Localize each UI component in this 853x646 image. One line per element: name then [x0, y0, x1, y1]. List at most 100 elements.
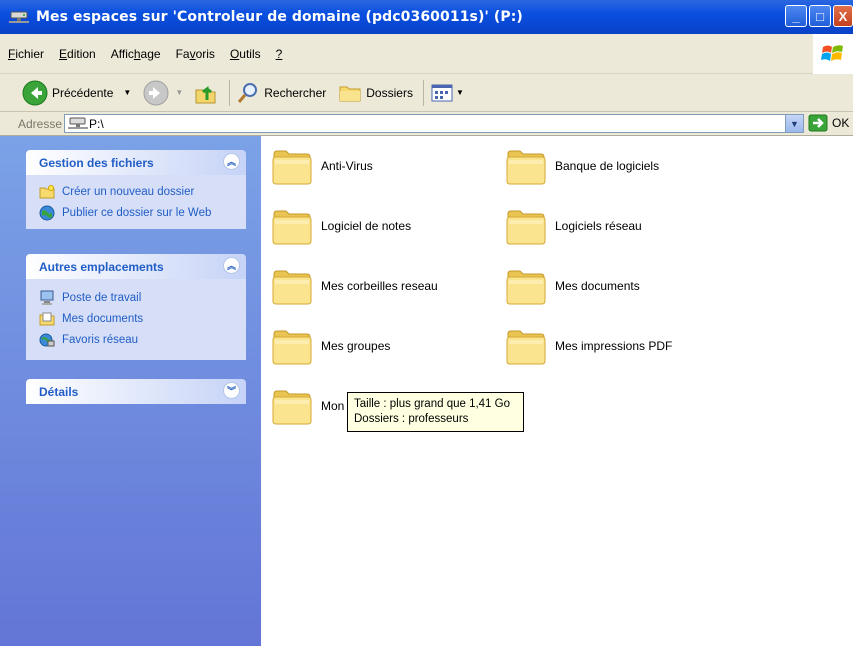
window-title: Mes espaces sur 'Controleur de domaine (…: [36, 9, 523, 25]
windows-logo-icon: [813, 34, 853, 74]
menu-item[interactable]: Edition: [51, 47, 103, 61]
file-tasks-title: Gestion des fichiers: [39, 155, 154, 170]
other-places-header[interactable]: Autres emplacements ︽: [26, 254, 246, 279]
go-label: OK: [832, 116, 850, 130]
folder-item[interactable]: Anti-Virus: [270, 144, 373, 188]
computer-icon: [38, 290, 56, 306]
folder-icon: [270, 324, 314, 368]
address-dropdown-icon[interactable]: ▼: [785, 115, 803, 132]
menu-item[interactable]: Fichier: [0, 47, 51, 61]
menu-item[interactable]: Favoris: [168, 47, 222, 61]
network-drive-icon: [68, 117, 88, 129]
folder-item[interactable]: Mes groupes: [270, 324, 390, 368]
folder-item[interactable]: Logiciel de notes: [270, 204, 411, 248]
back-dropdown-icon[interactable]: ▼: [123, 88, 131, 97]
forward-arrow-icon: [143, 80, 169, 105]
place-network-places-label: Favoris réseau: [62, 333, 139, 346]
minimize-button[interactable]: _: [785, 5, 807, 27]
place-network-places[interactable]: Favoris réseau: [38, 329, 246, 350]
menu-bar: Fichier Edition Affichage Favoris Outils?: [0, 34, 853, 74]
folder-name: Mes corbeilles reseau: [321, 279, 438, 293]
folder-icon: [270, 204, 314, 248]
standard-toolbar: Précédente ▼ ▼ Rechercher Dossiers ▼: [0, 74, 853, 112]
close-button[interactable]: X: [833, 5, 853, 27]
search-label: Rechercher: [264, 85, 327, 100]
task-publish-web[interactable]: Publier ce dossier sur le Web: [38, 202, 246, 223]
address-input[interactable]: P:\ ▼: [64, 114, 804, 133]
details-header[interactable]: Détails ︾: [26, 379, 246, 404]
other-places-panel: Autres emplacements ︽ Poste de travail M…: [26, 254, 246, 360]
folder-item[interactable]: Mon: [270, 384, 344, 428]
up-folder-button[interactable]: [193, 78, 219, 108]
views-dropdown-icon[interactable]: ▼: [456, 88, 464, 97]
folder-name: Mes groupes: [321, 339, 391, 353]
folder-item[interactable]: Logiciels réseau: [504, 204, 642, 248]
folder-item[interactable]: Banque de logiciels: [504, 144, 659, 188]
toolbar-separator: [229, 79, 231, 106]
back-button[interactable]: Précédente ▼: [22, 78, 131, 108]
task-publish-web-label: Publier ce dossier sur le Web: [62, 206, 212, 219]
folder-tooltip: Taille : plus grand que 1,41 Go Dossiers…: [347, 392, 524, 432]
menu-item[interactable]: Outils: [222, 47, 268, 61]
folders-icon: [339, 86, 361, 101]
title-bar: Mes espaces sur 'Controleur de domaine (…: [0, 0, 853, 34]
folder-item[interactable]: Mes corbeilles reseau: [270, 264, 438, 308]
go-button[interactable]: OK: [808, 114, 849, 132]
folder-name: Mes documents: [555, 279, 640, 293]
folder-name: Banque de logiciels: [555, 159, 660, 173]
expand-chevron-icon[interactable]: ︾: [223, 382, 240, 399]
search-button[interactable]: Rechercher: [236, 78, 326, 108]
file-tasks-header[interactable]: Gestion des fichiers ︽: [26, 150, 246, 175]
views-icon: [431, 84, 453, 101]
folder-icon: [270, 144, 314, 188]
folder-name: Anti-Virus: [321, 159, 373, 173]
address-label: Adresse: [18, 116, 63, 131]
folder-name: Logiciels réseau: [555, 219, 642, 233]
search-icon: [238, 82, 258, 103]
back-label: Précédente: [52, 85, 114, 100]
folder-name: Mes impressions PDF: [555, 339, 673, 353]
menu-item[interactable]: ?: [268, 47, 290, 61]
folder-icon: [504, 204, 548, 248]
back-arrow-icon: [22, 80, 48, 105]
network-drive-icon: [8, 9, 30, 25]
toolbar-separator: [422, 79, 424, 106]
address-value: P:\: [89, 116, 104, 131]
task-new-folder[interactable]: Créer un nouveau dossier: [38, 181, 246, 202]
place-my-documents-label: Mes documents: [62, 312, 144, 325]
place-my-documents[interactable]: Mes documents: [38, 308, 246, 329]
forward-button[interactable]: ▼: [143, 78, 183, 108]
folder-icon: [504, 324, 548, 368]
folder-name: Mon: [321, 399, 345, 413]
folder-item[interactable]: Mes impressions PDF: [504, 324, 672, 368]
new-folder-icon: [38, 184, 56, 200]
place-my-computer[interactable]: Poste de travail: [38, 287, 246, 308]
documents-folder-icon: [38, 311, 56, 327]
folder-icon: [504, 144, 548, 188]
tooltip-folders: Dossiers : professeurs: [354, 413, 469, 425]
file-tasks-panel: Gestion des fichiers ︽ Créer un nouveau …: [26, 150, 246, 229]
maximize-button[interactable]: □: [809, 5, 831, 27]
menu-item[interactable]: Affichage: [103, 47, 168, 61]
task-new-folder-label: Créer un nouveau dossier: [62, 185, 195, 198]
folder-icon: [504, 264, 548, 308]
folder-name: Logiciel de notes: [321, 219, 412, 233]
collapse-chevron-icon[interactable]: ︽: [223, 257, 240, 274]
address-bar: Adresse P:\ ▼ OK: [0, 112, 853, 136]
tooltip-size: Taille : plus grand que 1,41 Go: [354, 398, 510, 410]
folder-icon: [270, 384, 314, 428]
folder-view: Anti-Virus Banque de logiciels Logiciel de…: [261, 136, 853, 646]
details-title: Détails: [39, 384, 79, 399]
collapse-chevron-icon[interactable]: ︽: [223, 153, 240, 170]
network-places-icon: [38, 332, 56, 348]
views-button[interactable]: ▼: [430, 78, 464, 108]
folders-button[interactable]: Dossiers: [338, 78, 413, 108]
forward-dropdown-icon[interactable]: ▼: [175, 88, 183, 97]
folder-icon: [270, 264, 314, 308]
task-pane: Gestion des fichiers ︽ Créer un nouveau …: [0, 136, 261, 646]
details-panel: Détails ︾: [26, 379, 246, 404]
go-arrow-icon: [808, 114, 828, 132]
folders-label: Dossiers: [366, 85, 413, 100]
folder-item[interactable]: Mes documents: [504, 264, 640, 308]
up-folder-icon: [195, 85, 216, 103]
